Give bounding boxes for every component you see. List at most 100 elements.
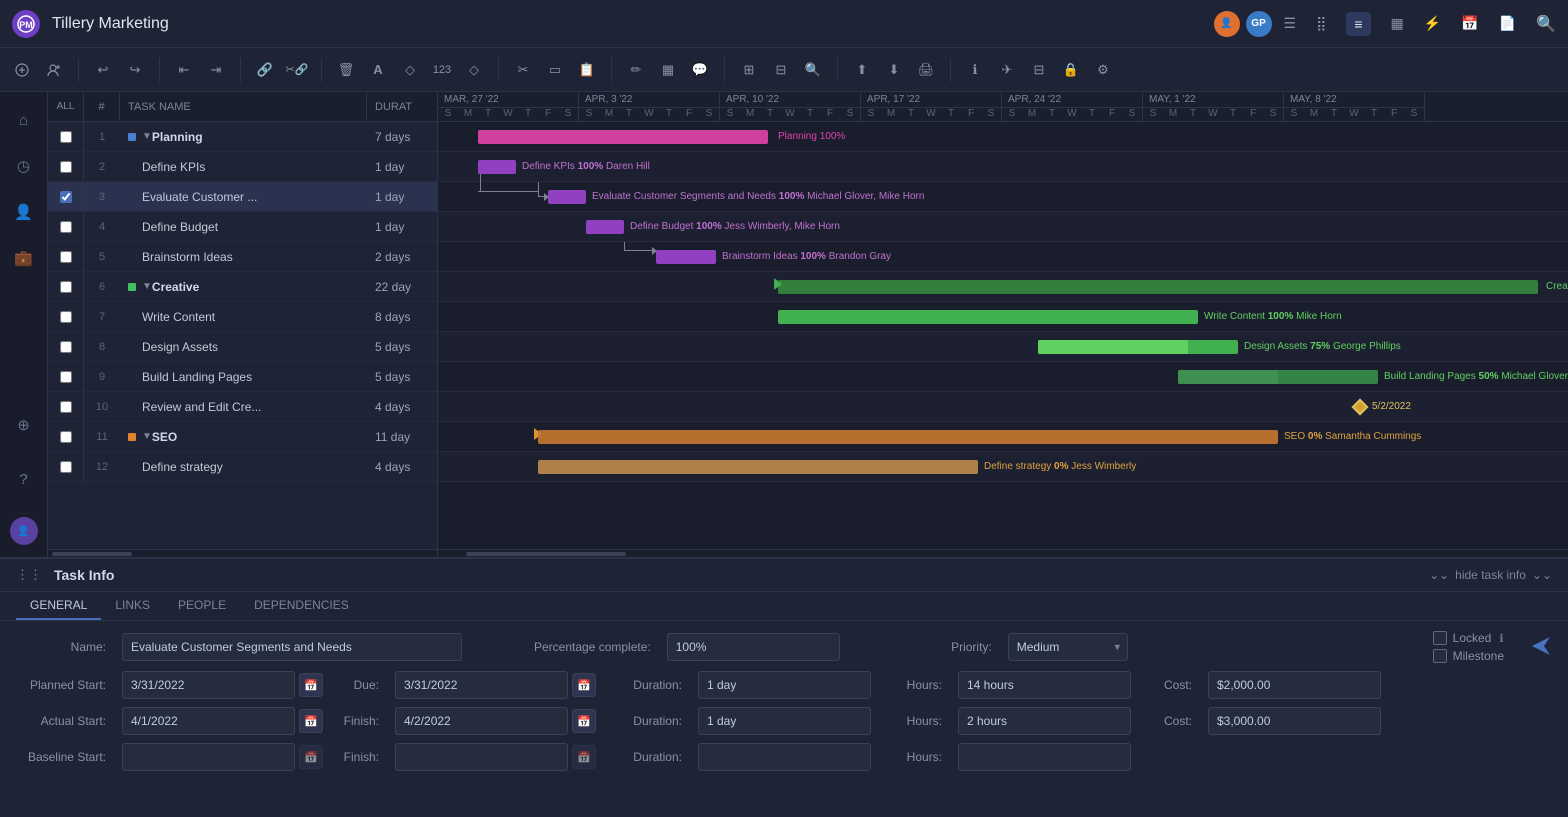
table-icon[interactable]: ≡	[1346, 12, 1370, 36]
row-checkbox-2[interactable]	[48, 152, 84, 181]
delete-btn[interactable]: 🗑	[332, 56, 360, 84]
finish-input[interactable]	[395, 707, 568, 735]
cut-btn[interactable]: ✂	[509, 56, 537, 84]
settings-btn[interactable]: ⚙	[1089, 56, 1117, 84]
zoom-btn[interactable]: 🔍	[799, 56, 827, 84]
text-btn[interactable]: A	[364, 56, 392, 84]
row-checkbox-3[interactable]	[48, 182, 84, 211]
baseline-finish-input[interactable]	[395, 743, 568, 771]
task-info-collapse-icon[interactable]: ⋮⋮	[16, 567, 42, 583]
baseline-start-input[interactable]	[122, 743, 295, 771]
gantt-bar-11[interactable]	[538, 430, 1278, 444]
hours-planned-input[interactable]	[958, 671, 1131, 699]
sidebar-add[interactable]: ⊕	[8, 409, 40, 441]
planned-start-cal[interactable]: 📅	[299, 673, 323, 697]
add-user-btn[interactable]	[40, 56, 68, 84]
number-btn[interactable]: 123	[428, 56, 456, 84]
gantt-bar-8[interactable]	[1038, 340, 1238, 354]
row-checkbox-12[interactable]	[48, 452, 84, 481]
gantt-bar-3[interactable]	[548, 190, 586, 204]
outdent-btn[interactable]: ⇤	[170, 56, 198, 84]
indent-btn[interactable]: ⇥	[202, 56, 230, 84]
locked-checkbox[interactable]	[1433, 631, 1447, 645]
redo-btn[interactable]: ↪	[121, 56, 149, 84]
gantt-bar-12[interactable]	[538, 460, 978, 474]
gantt-bar-1[interactable]	[478, 130, 768, 144]
due-input[interactable]	[395, 671, 568, 699]
grid-icon[interactable]: ⣿	[1316, 15, 1326, 32]
sidebar-help[interactable]: ?	[8, 463, 40, 495]
baseline-start-cal[interactable]: 📅	[299, 745, 323, 769]
hours-baseline-input[interactable]	[958, 743, 1131, 771]
list-icon[interactable]: ☰	[1284, 15, 1297, 32]
gantt-scrollbar[interactable]	[438, 549, 1568, 557]
table-row[interactable]: 8 Design Assets 5 days	[48, 332, 437, 362]
table-row[interactable]: 11 ▼ SEO 11 day	[48, 422, 437, 452]
table-row[interactable]: 12 Define strategy 4 days	[48, 452, 437, 482]
actual-start-cal[interactable]: 📅	[299, 709, 323, 733]
milestone-checkbox[interactable]	[1433, 649, 1447, 663]
paste-btn[interactable]: 📋	[573, 56, 601, 84]
cost-planned-input[interactable]	[1208, 671, 1381, 699]
table-scrollbar[interactable]	[48, 549, 437, 557]
columns-btn[interactable]: ⊞	[735, 56, 763, 84]
table-row[interactable]: 10 Review and Edit Cre... 4 days	[48, 392, 437, 422]
pct-complete-input[interactable]	[667, 633, 840, 661]
gantt-bar-4[interactable]	[586, 220, 624, 234]
table-row[interactable]: 9 Build Landing Pages 5 days	[48, 362, 437, 392]
sidebar-clock[interactable]: ◷	[8, 150, 40, 182]
shape-btn[interactable]: ◇	[396, 56, 424, 84]
hours-actual-input[interactable]	[958, 707, 1131, 735]
gantt-bar-9[interactable]	[1178, 370, 1378, 384]
expand-btn[interactable]: ⊟	[767, 56, 795, 84]
undo-btn[interactable]: ↩	[89, 56, 117, 84]
print-btn[interactable]: 🖨	[912, 56, 940, 84]
name-input[interactable]	[122, 633, 462, 661]
finish-cal[interactable]: 📅	[572, 709, 596, 733]
export-up-btn[interactable]: ⬆	[848, 56, 876, 84]
table-row[interactable]: 7 Write Content 8 days	[48, 302, 437, 332]
table-row[interactable]: 2 Define KPIs 1 day	[48, 152, 437, 182]
lock-btn[interactable]: 🔒	[1057, 56, 1085, 84]
actual-start-input[interactable]	[122, 707, 295, 735]
analytics-icon[interactable]: ⚡	[1424, 15, 1441, 32]
table-row[interactable]: 5 Brainstorm Ideas 2 days	[48, 242, 437, 272]
tab-people[interactable]: PEOPLE	[164, 592, 240, 620]
sidebar-avatar[interactable]: 👤	[10, 517, 38, 545]
planned-start-input[interactable]	[122, 671, 295, 699]
add-task-btn[interactable]	[8, 56, 36, 84]
sidebar-home[interactable]: ⌂	[8, 104, 40, 136]
row-expand-6[interactable]: ▼	[142, 281, 152, 292]
row-expand-1[interactable]: ▼	[142, 131, 152, 142]
tab-links[interactable]: LINKS	[101, 592, 164, 620]
diamond-btn[interactable]: ◇	[460, 56, 488, 84]
priority-select[interactable]: Low Medium High Critical	[1008, 633, 1128, 661]
table-row[interactable]: 1 ▼ Planning 7 days	[48, 122, 437, 152]
filter-btn[interactable]: ⊟	[1025, 56, 1053, 84]
task-info-toggle[interactable]: ⌄⌄ hide task info ⌄⌄	[1429, 568, 1552, 582]
row-expand-11[interactable]: ▼	[142, 431, 152, 442]
table-row[interactable]: 6 ▼ Creative 22 day	[48, 272, 437, 302]
info-btn[interactable]: ℹ	[961, 56, 989, 84]
doc-icon[interactable]: 📄	[1499, 15, 1516, 32]
duration-actual-input[interactable]	[698, 707, 871, 735]
export-down-btn[interactable]: ⬇	[880, 56, 908, 84]
send-btn[interactable]: ✈	[993, 56, 1021, 84]
row-checkbox-4[interactable]	[48, 212, 84, 241]
search-icon[interactable]: 🔍	[1536, 14, 1556, 34]
copy-btn[interactable]: ▭	[541, 56, 569, 84]
chat-btn[interactable]: 💬	[686, 56, 714, 84]
gantt-bar-2[interactable]	[478, 160, 516, 174]
baseline-finish-cal[interactable]: 📅	[572, 745, 596, 769]
row-checkbox-11[interactable]	[48, 422, 84, 451]
row-checkbox-7[interactable]	[48, 302, 84, 331]
gantt-bar-5[interactable]	[656, 250, 716, 264]
duration-baseline-input[interactable]	[698, 743, 871, 771]
send-action-btn[interactable]	[1530, 635, 1552, 660]
row-checkbox-10[interactable]	[48, 392, 84, 421]
due-cal[interactable]: 📅	[572, 673, 596, 697]
gantt-bar-6[interactable]	[778, 280, 1538, 294]
link-btn[interactable]: 🔗	[251, 56, 279, 84]
row-checkbox-5[interactable]	[48, 242, 84, 271]
cost-actual-input[interactable]	[1208, 707, 1381, 735]
